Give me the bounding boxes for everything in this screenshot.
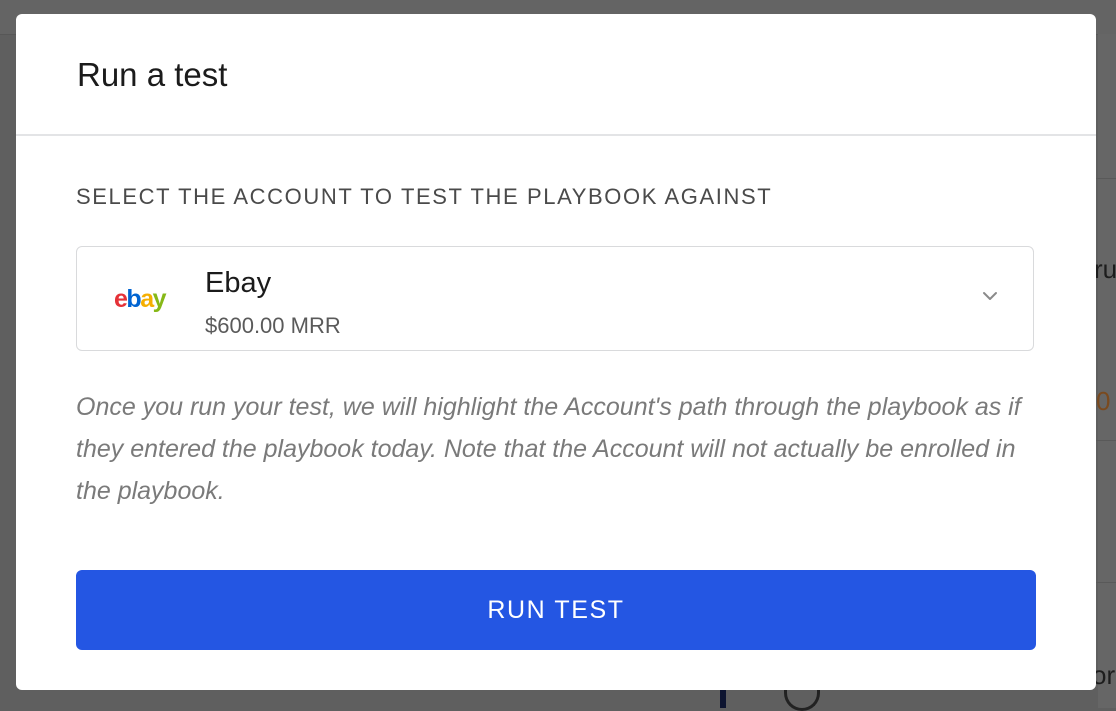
modal-title: Run a test <box>77 56 228 93</box>
account-select-dropdown[interactable]: ebay Ebay $600.00 MRR <box>76 246 1034 351</box>
background-text-fragment: 0 <box>1096 386 1111 416</box>
help-text: Once you run your test, we will highligh… <box>76 393 1021 505</box>
run-test-modal: Run a test SELECT THE ACCOUNT TO TEST TH… <box>16 14 1096 690</box>
background-panel <box>1098 34 1116 708</box>
account-name: Ebay <box>205 267 272 299</box>
background-text-fragment: ru <box>1094 254 1116 284</box>
chevron-down-icon <box>983 292 997 300</box>
account-mrr: $600.00 MRR <box>205 313 341 338</box>
background-bar <box>720 690 726 708</box>
run-test-button[interactable]: RUN TEST <box>76 570 1036 650</box>
modal-header: Run a test <box>16 14 1096 136</box>
ebay-logo: ebay <box>114 285 167 313</box>
account-select-label: SELECT THE ACCOUNT TO TEST THE PLAYBOOK … <box>76 184 773 209</box>
